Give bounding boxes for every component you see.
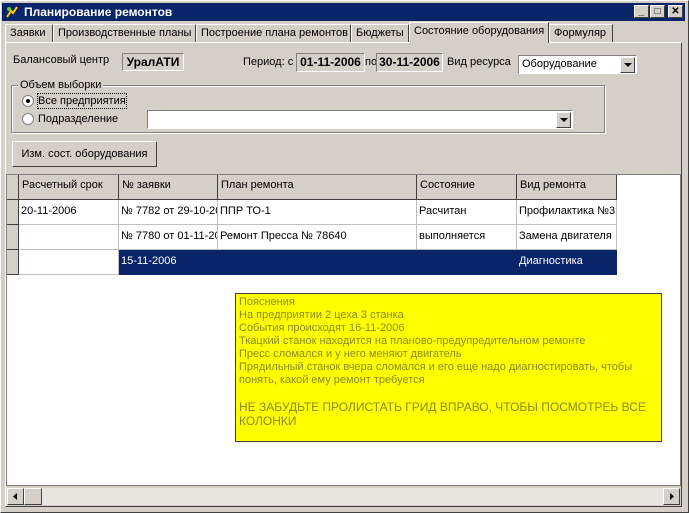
column-header-state[interactable]: Состояние	[417, 175, 517, 200]
column-header-request-no[interactable]: № заявки	[119, 175, 218, 200]
close-button[interactable]: ✕	[668, 5, 683, 18]
tab-label: Состояние оборудования	[414, 25, 545, 37]
chevron-down-icon[interactable]	[556, 112, 571, 128]
balance-center-label: Балансовый центр	[13, 54, 110, 66]
column-header-repair-type[interactable]: Вид ремонта	[517, 175, 617, 200]
window-title: Планирование ремонтов	[24, 5, 173, 19]
tab-repair-plan-building[interactable]: Построение плана ремонтов	[196, 24, 351, 42]
tab-label: Заявки	[10, 27, 46, 39]
row-indicator[interactable]	[7, 200, 19, 225]
equipment-grid[interactable]: Расчетный срок № заявки План ремонта Сос…	[6, 174, 681, 486]
app-icon	[6, 6, 18, 18]
note-line: Пояснения	[239, 296, 295, 308]
column-header-repair-plan[interactable]: План ремонта	[218, 175, 417, 200]
row-indicator[interactable]	[7, 225, 19, 250]
division-select[interactable]	[147, 110, 573, 129]
table-cell[interactable]: № 7780 от 01-11-20	[119, 225, 218, 250]
arrow-left-icon	[13, 493, 17, 500]
note-line: Прядильный станок вчера сломался и его е…	[239, 361, 636, 386]
row-indicator[interactable]	[7, 250, 19, 275]
tab-label: Бюджеты	[356, 27, 404, 39]
table-cell-selected[interactable]	[417, 250, 517, 275]
tab-equipment-state[interactable]: Состояние оборудования	[409, 22, 549, 43]
change-equipment-state-button[interactable]: Изм. сост. оборудования	[12, 141, 157, 167]
table-cell[interactable]	[19, 225, 119, 250]
tab-formular[interactable]: Формуляр	[549, 24, 613, 42]
column-header-due[interactable]: Расчетный срок	[19, 175, 119, 200]
note-line: Пресс сломался и у него меняют двигатель	[239, 348, 462, 360]
scroll-left-button[interactable]	[7, 488, 24, 505]
note-line: На предприятии 2 цеха 3 станка	[239, 309, 404, 321]
maximize-icon: □	[654, 6, 661, 17]
maximize-button[interactable]: □	[650, 5, 665, 18]
table-cell-selected[interactable]: Диагностика	[517, 250, 617, 275]
note-line	[239, 387, 658, 400]
table-cell[interactable]: Ремонт Пресса № 78640	[218, 225, 417, 250]
table-cell[interactable]: ППР ТО-1	[218, 200, 417, 225]
sample-group-label: Объем выборки	[18, 78, 104, 92]
minimize-icon: _	[638, 6, 645, 17]
horizontal-scrollbar[interactable]	[7, 488, 680, 505]
table-cell-selected[interactable]	[218, 250, 417, 275]
minimize-button[interactable]: _	[634, 5, 649, 18]
period-label: Период: с	[243, 56, 294, 68]
note-line: События происходят 16-11-2006	[239, 322, 405, 334]
radio-division-label[interactable]: Подразделение	[38, 112, 118, 126]
tab-requests[interactable]: Заявки	[5, 24, 53, 42]
period-from-field[interactable]: 01-11-2006	[296, 53, 365, 72]
table-cell[interactable]: Замена двигателя	[517, 225, 617, 250]
table-cell-selected[interactable]: 15-11-2006	[119, 250, 218, 275]
close-icon: ✕	[671, 6, 680, 17]
period-to-field[interactable]: 30-11-2006	[376, 53, 443, 72]
table-cell[interactable]	[19, 250, 119, 275]
scroll-right-button[interactable]	[663, 488, 680, 505]
radio-all-enterprises-label[interactable]: Все предприятия	[37, 93, 127, 109]
title-bar[interactable]: Планирование ремонтов _ □ ✕	[2, 3, 685, 21]
table-cell[interactable]: Профилактика №3	[517, 200, 617, 225]
resource-type-value: Оборудование	[522, 58, 597, 70]
explanation-note: Пояснения На предприятии 2 цеха 3 станка…	[235, 293, 662, 442]
tab-label: Производственные планы	[58, 27, 192, 39]
note-line: НЕ ЗАБУДЬТЕ ПРОЛИСТАТЬ ГРИД ВПРАВО, ЧТОБ…	[239, 400, 650, 428]
tab-budgets[interactable]: Бюджеты	[351, 24, 409, 42]
tab-label: Формуляр	[554, 27, 607, 39]
resource-type-label: Вид ресурса	[447, 56, 511, 68]
note-line: Ткацкий станок находится на планово-пред…	[239, 335, 586, 347]
radio-all-enterprises[interactable]	[22, 95, 34, 107]
table-cell[interactable]: Расчитан	[417, 200, 517, 225]
radio-division[interactable]	[22, 113, 34, 125]
balance-center-value: УралАТИ	[122, 53, 184, 71]
table-cell[interactable]: 20-11-2006	[19, 200, 119, 225]
arrow-right-icon	[670, 493, 674, 500]
scroll-thumb[interactable]	[24, 488, 42, 505]
table-cell[interactable]: № 7782 от 29-10-20	[119, 200, 218, 225]
tab-label: Построение плана ремонтов	[201, 27, 348, 39]
chevron-down-icon[interactable]	[620, 57, 635, 73]
table-cell[interactable]: выполняется	[417, 225, 517, 250]
grid-corner	[7, 175, 19, 200]
resource-type-select[interactable]: Оборудование	[518, 55, 637, 74]
tab-production-plans[interactable]: Производственные планы	[53, 24, 196, 42]
